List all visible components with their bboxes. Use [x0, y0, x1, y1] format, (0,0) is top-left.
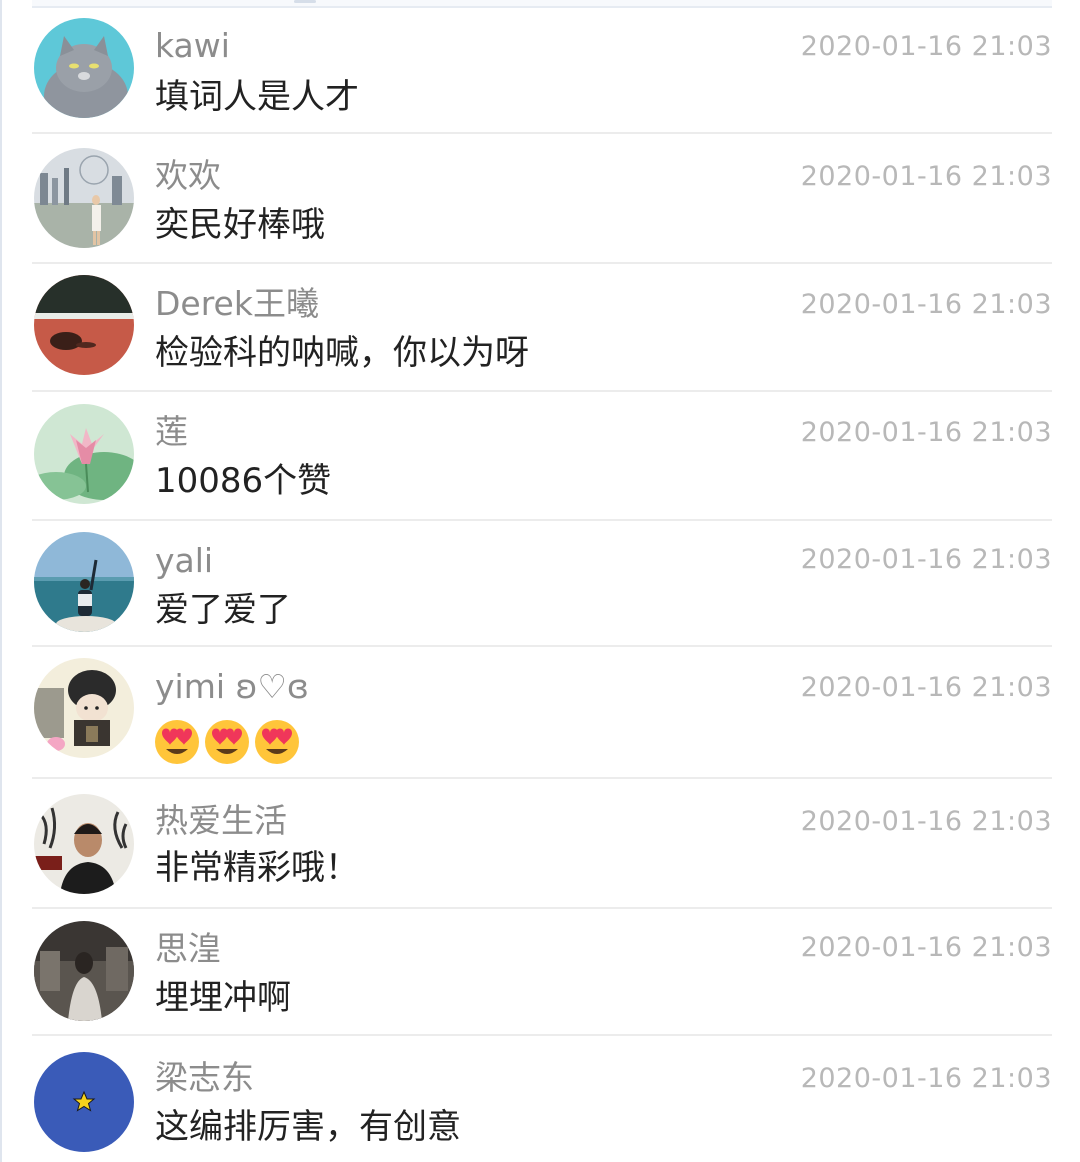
comment-time: 2020-01-16 21:03 [800, 417, 1052, 448]
track-shadow-avatar[interactable] [34, 275, 134, 375]
comment-item[interactable]: 梁志东 2020-01-16 21:03 这编排厉害，有创意 [2, 1036, 1080, 1162]
emoji-row [152, 715, 302, 765]
comment-time: 2020-01-16 21:03 [800, 672, 1052, 703]
comment-text: 非常精彩哦！ [155, 848, 359, 888]
comment-text: 填词人是人才 [155, 77, 359, 117]
comment-item[interactable]: yali 2020-01-16 21:03 爱了爱了 [2, 521, 1080, 645]
comment-time: 2020-01-16 21:03 [800, 932, 1052, 963]
commenter-name: Derek王曦 [155, 284, 319, 323]
comment-text: 奕民好棒哦 [155, 205, 325, 245]
comment-list-screen: kawi 2020-01-16 21:03 填词人是人才 欢欢 2020-01-… [0, 0, 1080, 1162]
cartoon-soldier-avatar[interactable] [34, 658, 134, 758]
commenter-name: yali [155, 541, 214, 580]
commenter-name: kawi [155, 26, 230, 65]
comment-time: 2020-01-16 21:03 [800, 806, 1052, 837]
commenter-name: 热爱生活 [155, 801, 287, 840]
comment-item[interactable]: 思湟 2020-01-16 21:03 埋埋冲啊 [2, 909, 1080, 1034]
comment-time: 2020-01-16 21:03 [800, 31, 1052, 62]
dark-photo-avatar[interactable] [34, 921, 134, 1021]
comment-time: 2020-01-16 21:03 [800, 161, 1052, 192]
comment-item[interactable]: Derek王曦 2020-01-16 21:03 检验科的呐喊，你以为呀 [2, 264, 1080, 390]
sea-photo-avatar[interactable] [34, 532, 134, 632]
comment-item[interactable]: yimi ʚ♡ɞ 2020-01-16 21:03 [2, 647, 1080, 777]
commenter-name: 莲 [155, 412, 188, 451]
comment-item[interactable]: 欢欢 2020-01-16 21:03 奕民好棒哦 [2, 134, 1080, 262]
comment-time: 2020-01-16 21:03 [800, 1063, 1052, 1094]
comment-item[interactable]: kawi 2020-01-16 21:03 填词人是人才 [2, 0, 1080, 133]
commenter-name: 思湟 [155, 929, 221, 968]
comment-text: 爱了爱了 [155, 590, 291, 630]
heart-eyes-emoji-icon [155, 720, 199, 764]
comment-text: 这编排厉害，有创意 [155, 1107, 461, 1147]
comment-text: 10086个赞 [155, 461, 332, 501]
heart-eyes-emoji-icon [205, 720, 249, 764]
comment-item[interactable]: 热爱生活 2020-01-16 21:03 非常精彩哦！ [2, 779, 1080, 907]
lotus-avatar[interactable] [34, 404, 134, 504]
cat-avatar[interactable] [34, 18, 134, 118]
city-photo-avatar[interactable] [34, 148, 134, 248]
man-calligraphy-avatar[interactable] [34, 794, 134, 894]
commenter-name: 欢欢 [155, 156, 221, 195]
comment-text: 埋埋冲啊 [155, 978, 291, 1018]
commenter-name: yimi ʚ♡ɞ [155, 667, 309, 706]
comment-time: 2020-01-16 21:03 [800, 289, 1052, 320]
blue-star-avatar[interactable] [34, 1052, 134, 1152]
comment-text: 检验科的呐喊，你以为呀 [155, 333, 529, 373]
heart-eyes-emoji-icon [255, 720, 299, 764]
commenter-name: 梁志东 [155, 1058, 254, 1097]
comment-time: 2020-01-16 21:03 [800, 544, 1052, 575]
comment-item[interactable]: 莲 2020-01-16 21:03 10086个赞 [2, 392, 1080, 519]
